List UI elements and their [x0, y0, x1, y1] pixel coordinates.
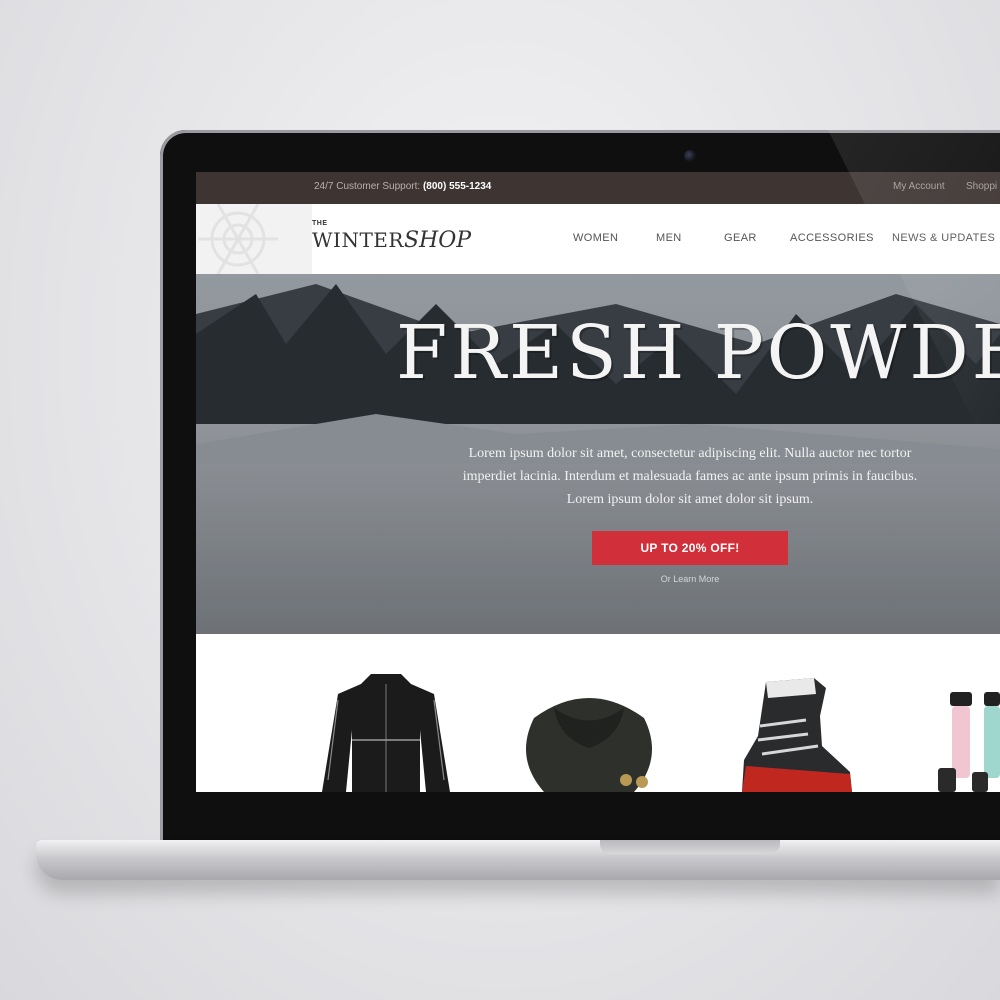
- logo-prefix: THE: [312, 220, 328, 227]
- main-navbar: THE WINTERSHOP WOMEN MEN GEAR ACCESSORIE…: [196, 204, 1000, 274]
- product-jacket[interactable]: [316, 670, 456, 792]
- webcam-icon: [684, 150, 696, 162]
- nav-men[interactable]: MEN: [656, 232, 682, 244]
- scarf-icon: [526, 698, 652, 792]
- laptop-base: [36, 840, 1000, 880]
- site-logo[interactable]: THE WINTERSHOP: [312, 220, 471, 253]
- snowflake-icon: [196, 204, 312, 274]
- hero-description: Lorem ipsum dolor sit amet, consectetur …: [462, 446, 918, 507]
- shopping-cart-link[interactable]: Shoppi: [966, 181, 997, 192]
- support-label: 24/7 Customer Support:: [314, 181, 421, 192]
- discount-cta-button[interactable]: UP TO 20% OFF!: [592, 531, 788, 565]
- support-phone[interactable]: (800) 555-1234: [423, 181, 491, 192]
- my-account-link[interactable]: My Account: [893, 181, 945, 192]
- nav-accessories[interactable]: ACCESSORIES: [790, 232, 874, 244]
- nav-women[interactable]: WOMEN: [573, 232, 618, 244]
- browser-screen: 24/7 Customer Support: (800) 555-1234 My…: [196, 172, 1000, 792]
- nav-news-updates[interactable]: NEWS & UPDATES: [892, 232, 995, 244]
- product-ski-boot[interactable]: [736, 676, 856, 792]
- hero-title: FRESH POWDER: [396, 310, 1000, 396]
- learn-more-link[interactable]: Or Learn More: [592, 574, 788, 584]
- top-utility-bar: 24/7 Customer Support: (800) 555-1234 My…: [196, 172, 1000, 204]
- nav-gear[interactable]: GEAR: [724, 232, 757, 244]
- customer-support: 24/7 Customer Support: (800) 555-1234: [314, 181, 491, 192]
- thermos-icon: [938, 692, 1000, 792]
- hero-banner: FRESH POWDER Lorem ipsum dolor sit amet,…: [196, 274, 1000, 634]
- laptop-opening-notch: [600, 840, 780, 854]
- product-strip: [196, 634, 1000, 792]
- logo-word-shop: SHOP: [403, 228, 472, 253]
- product-scarf[interactable]: [514, 678, 664, 792]
- jacket-icon: [322, 674, 450, 792]
- product-thermos[interactable]: [936, 692, 1000, 792]
- logo-word-winter: WINTER: [312, 228, 404, 252]
- ski-boot-icon: [742, 678, 852, 792]
